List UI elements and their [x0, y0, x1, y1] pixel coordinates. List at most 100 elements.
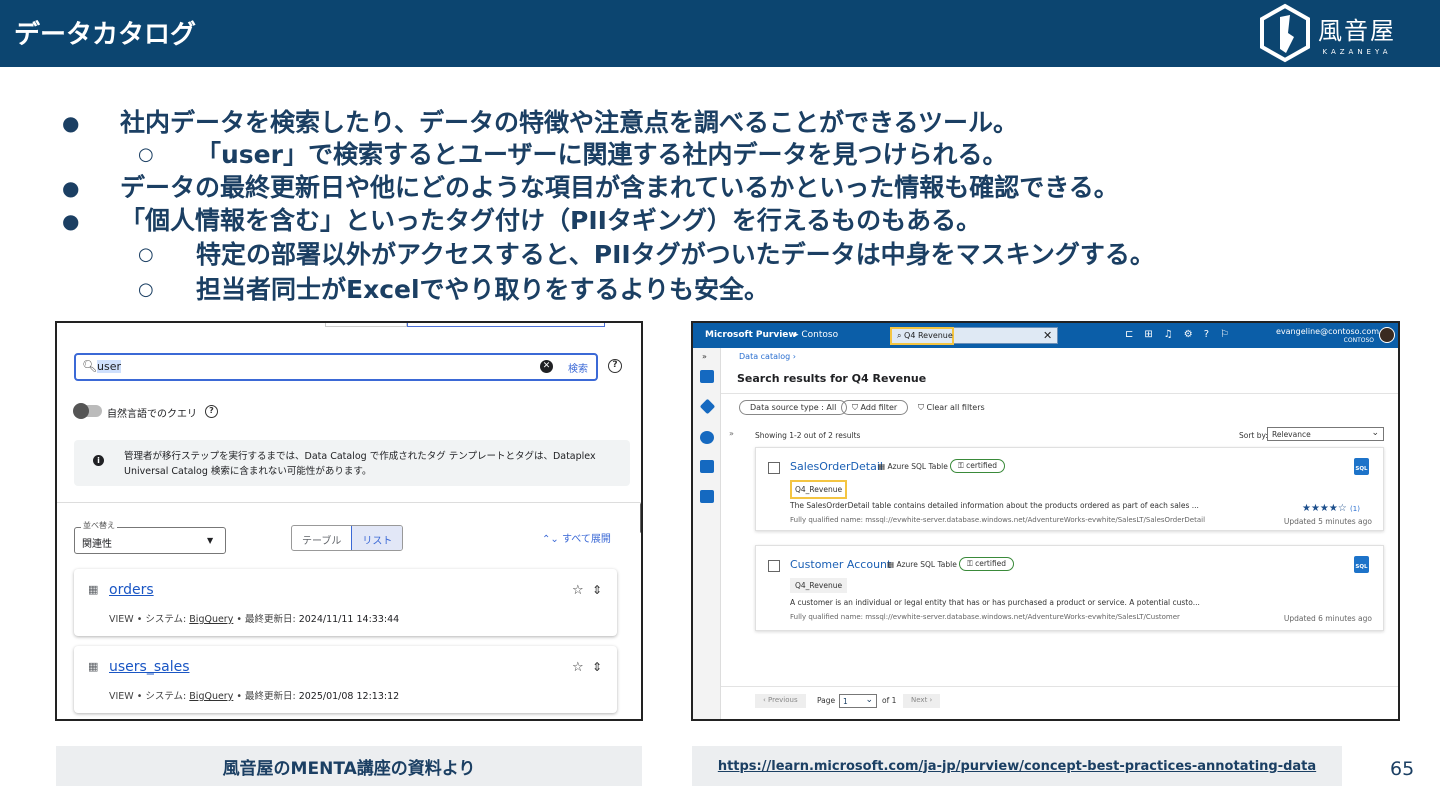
- purview-catalog-screenshot: Microsoft Purview ▸ Contoso ⌕ Q4 Revenue…: [691, 321, 1400, 721]
- system-link[interactable]: BigQuery: [189, 691, 233, 702]
- result-description: The SalesOrderDetail table contains deta…: [790, 501, 1199, 510]
- grid-icon: ▦: [88, 660, 99, 673]
- filter-icon: ⛉: [852, 403, 858, 412]
- kazaneya-logo: 風音屋 KAZANEYA: [1258, 3, 1396, 63]
- result-card[interactable]: SalesOrderDetail ▦ Azure SQL Table ⚿ cer…: [755, 447, 1384, 531]
- expand-facets-icon[interactable]: »: [729, 429, 734, 438]
- star-icon[interactable]: ☆: [572, 583, 584, 598]
- toolbar-icons[interactable]: ⊏⊞♫⚙?⚐: [1125, 329, 1240, 340]
- select-checkbox[interactable]: [768, 462, 780, 474]
- result-card[interactable]: ▦ users_sales ☆ ⇕ VIEW • システム: BigQuery …: [74, 646, 617, 713]
- bullet-1: ● 社内データを検索したり、データの特徴や注意点を調べることができるツール。: [62, 108, 1019, 137]
- close-icon[interactable]: ✕: [1043, 329, 1052, 342]
- dataplex-catalog-screenshot: 🔍︎ user ✕ 検索 ? 自然言語でのクエリ ? i 管理者が移行ステップを…: [55, 321, 643, 721]
- updated-time: Updated 5 minutes ago: [1283, 517, 1372, 526]
- caption-source-left: 風音屋のMENTA講座の資料より: [56, 746, 642, 786]
- page-select[interactable]: 1 ⌄: [839, 694, 877, 708]
- sql-database-icon: SQL: [1354, 556, 1369, 573]
- view-list-button[interactable]: リスト: [351, 526, 403, 550]
- page-number: 65: [1390, 758, 1415, 780]
- page-label: Page: [817, 696, 836, 705]
- results-count: Showing 1-2 out of 2 results: [755, 431, 861, 440]
- info-text: 管理者が移行ステップを実行するまでは、Data Catalog で作成されたタグ…: [124, 451, 596, 477]
- result-card[interactable]: ▦ orders ☆ ⇕ VIEW • システム: BigQuery • 最終更…: [74, 569, 617, 636]
- logo-mark-icon: [1260, 3, 1310, 63]
- search-input[interactable]: ⌕ Q4 Revenue ✕: [890, 327, 1058, 345]
- table-icon: ▦: [887, 560, 895, 569]
- tenant-crumb[interactable]: ▸ Contoso: [794, 330, 838, 340]
- search-value: ⌕ Q4 Revenue: [897, 331, 953, 340]
- nl-query-label: 自然言語でのクエリ: [107, 409, 197, 420]
- select-checkbox[interactable]: [768, 560, 780, 572]
- management-nav-icon[interactable]: [700, 490, 714, 503]
- result-name-link[interactable]: SalesOrderDetail: [790, 460, 883, 473]
- nl-help-icon[interactable]: ?: [205, 405, 218, 418]
- view-toggle: テーブル リスト: [291, 525, 404, 551]
- result-description: A customer is an individual or legal ent…: [790, 598, 1200, 607]
- expand-chevron-icon[interactable]: ⇕: [592, 583, 602, 597]
- bullet-2: ○ 「user」で検索するとユーザーに関連する社内データを見つけられる。: [138, 140, 1008, 169]
- data-source-filter[interactable]: Data source type : All: [739, 400, 848, 415]
- qualified-name: Fully qualified name: mssql://evwhite-se…: [790, 516, 1206, 524]
- slide-header: データカタログ 風音屋 KAZANEYA: [0, 0, 1440, 67]
- search-icon: 🔍︎: [82, 359, 98, 373]
- result-name-link[interactable]: users_sales: [109, 659, 190, 675]
- system-link[interactable]: BigQuery: [189, 614, 233, 625]
- glossary-tag[interactable]: Q4_Revenue: [790, 578, 848, 593]
- rating: ★★★★☆ (1): [1302, 503, 1360, 514]
- scrollbar[interactable]: [640, 503, 641, 533]
- view-table-button[interactable]: テーブル: [292, 526, 351, 550]
- bullet-4: ● 「個人情報を含む」といったタグ付け（PIIタギング）を行えるものもある。: [62, 206, 982, 235]
- sort-select[interactable]: Relevance ⌄: [1267, 427, 1384, 441]
- dropdown-arrow-icon: ▼: [207, 536, 214, 545]
- chevron-down-icon: ⌄: [1371, 428, 1379, 438]
- bullet-5: ○ 特定の部署以外がアクセスすると、PIIタグがついたデータは中身をマスキングする…: [138, 240, 1155, 269]
- table-icon: ▦: [878, 462, 886, 471]
- sql-database-icon: SQL: [1354, 458, 1369, 475]
- result-meta: VIEW • システム: BigQuery • 最終更新日: 2024/11/1…: [109, 614, 400, 625]
- avatar[interactable]: [1379, 327, 1395, 343]
- help-icon[interactable]: ?: [608, 359, 622, 373]
- next-page-button[interactable]: Next ›: [903, 694, 941, 708]
- add-filter-button[interactable]: ⛉ Add filter: [841, 400, 909, 415]
- divider: [721, 393, 1398, 394]
- caption-source-link[interactable]: https://learn.microsoft.com/ja-jp/purvie…: [692, 746, 1342, 786]
- glossary-tag[interactable]: Q4_Revenue: [790, 480, 848, 499]
- updated-time: Updated 6 minutes ago: [1283, 614, 1372, 623]
- page-count: of 1: [882, 696, 897, 705]
- clear-icon[interactable]: ✕: [540, 360, 553, 373]
- expand-nav-icon[interactable]: »: [702, 352, 707, 361]
- policy-nav-icon[interactable]: [700, 460, 714, 473]
- previous-page-button[interactable]: ‹ Previous: [755, 694, 806, 708]
- certified-badge: ⚿ certified: [959, 557, 1015, 571]
- result-name-link[interactable]: Customer Account: [790, 558, 891, 571]
- divider: [721, 686, 1398, 687]
- search-input[interactable]: 🔍︎ user ✕ 検索: [74, 353, 598, 381]
- search-value: user: [97, 360, 121, 373]
- user-account[interactable]: evangeline@contoso.com CONTOSO: [1276, 327, 1379, 345]
- result-name-link[interactable]: orders: [109, 582, 154, 598]
- nl-query-toggle[interactable]: [73, 403, 102, 419]
- star-icon[interactable]: ☆: [572, 660, 584, 675]
- purview-top-bar: Microsoft Purview ▸ Contoso ⌕ Q4 Revenue…: [693, 323, 1398, 348]
- info-icon: i: [93, 455, 104, 466]
- breadcrumb[interactable]: Data catalog ›: [739, 352, 796, 361]
- bullet-3: ● データの最終更新日や他にどのような項目が含まれているかといった情報も確認できる…: [62, 173, 1119, 202]
- asset-type: ▦ Azure SQL Table: [878, 462, 948, 471]
- map-nav-icon[interactable]: [699, 398, 716, 415]
- result-card[interactable]: Customer Account ▦ Azure SQL Table ⚿ cer…: [755, 545, 1384, 631]
- clear-filters-button[interactable]: ⛉ Clear all filters: [918, 403, 985, 413]
- certified-badge: ⚿ certified: [950, 459, 1006, 473]
- expand-all-button[interactable]: ⌃⌄ すべて展開: [542, 530, 611, 545]
- search-button[interactable]: 検索: [568, 360, 588, 375]
- expand-icon: ⌃⌄: [542, 534, 559, 545]
- expand-chevron-icon[interactable]: ⇕: [592, 660, 602, 674]
- asset-type: ▦ Azure SQL Table: [887, 560, 957, 569]
- bullet-6: ○ 担当者同士がExcelでやり取りをするよりも安全。: [138, 275, 770, 304]
- catalog-nav-icon[interactable]: [700, 370, 714, 383]
- grid-icon: ▦: [88, 583, 99, 596]
- brand[interactable]: Microsoft Purview: [705, 330, 797, 340]
- insights-nav-icon[interactable]: [700, 431, 714, 444]
- sort-select[interactable]: 並べ替え 関連性 ▼: [74, 520, 226, 554]
- result-meta: VIEW • システム: BigQuery • 最終更新日: 2025/01/0…: [109, 691, 400, 702]
